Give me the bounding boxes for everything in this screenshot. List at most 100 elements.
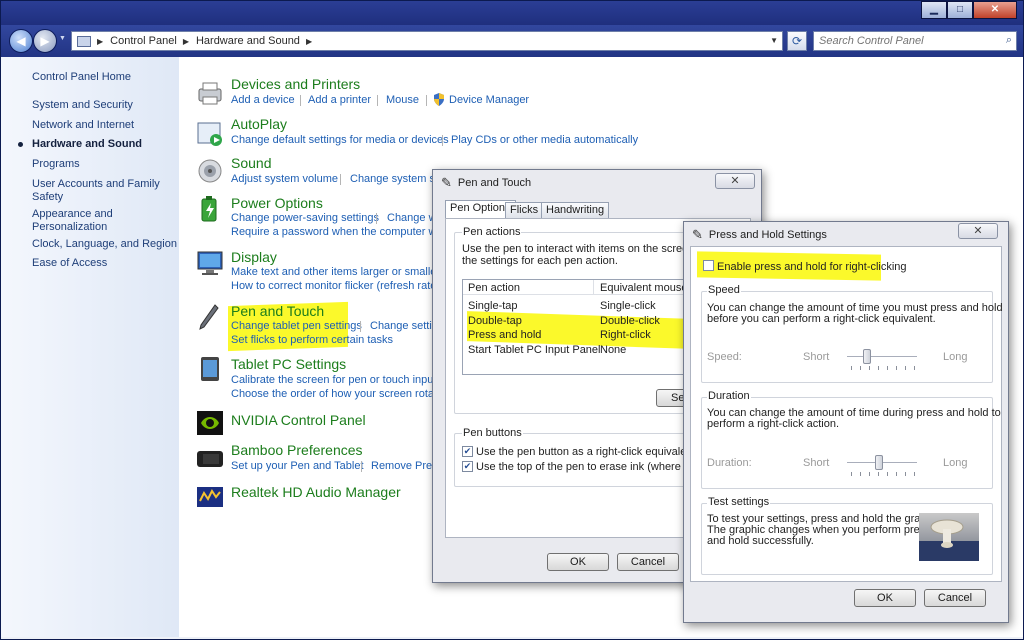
sidebar-item-user-accounts[interactable]: User Accounts and Family Safety [32,178,162,204]
sidebar-item-system-and-security[interactable]: System and Security [32,99,133,112]
bamboo-tablet-icon [197,451,223,467]
table-cell: Single-click [600,300,656,312]
pen-and-touch-heading[interactable]: Pen and Touch [231,303,324,319]
make-text-larger-link[interactable]: Make text and other items larger or smal… [231,266,440,278]
pen-icon: ✎ [692,227,703,242]
link-separator [442,135,443,146]
pen-icon: ✎ [441,175,452,190]
close-button[interactable]: ✕ [973,1,1017,19]
duration-description-2: perform a right-click action. [707,418,840,430]
checkbox-right-click[interactable]: ✔ [462,446,473,457]
tab-flicks[interactable]: Flicks [505,202,544,219]
table-cell: None [600,344,627,356]
sidebar-item-clock-language-region[interactable]: Clock, Language, and Region [32,238,177,251]
screen-rotation-order-link[interactable]: Choose the order of how your screen rota… [231,388,449,400]
link-separator [377,95,378,106]
table-cell: Double-click [600,315,660,327]
duration-label: Duration: [707,457,752,469]
table-row[interactable]: Press and hold [468,329,541,341]
nvidia-control-panel-heading[interactable]: NVIDIA Control Panel [231,412,366,428]
device-manager-link[interactable]: Device Manager [449,94,529,106]
back-arrow-icon[interactable]: ◀ [9,29,33,53]
speed-slider-thumb[interactable] [862,349,871,364]
cancel-button[interactable]: Cancel [924,589,986,607]
tab-handwriting[interactable]: Handwriting [541,202,610,219]
tablet-pc-settings-heading[interactable]: Tablet PC Settings [231,356,346,372]
recent-pages-dropdown-icon[interactable]: ▼ [59,35,66,42]
change-media-defaults-link[interactable]: Change default settings for media or dev… [231,134,449,146]
remove-preferences-link[interactable]: Remove Prefe [371,460,441,472]
test-graphic-mushroom[interactable] [919,513,979,561]
setup-pen-tablet-link[interactable]: Set up your Pen and Tablet [231,460,364,472]
control-panel-icon [77,35,91,47]
calibrate-screen-link[interactable]: Calibrate the screen for pen or touch in… [231,374,436,386]
monitor-flicker-link[interactable]: How to correct monitor flicker (refresh … [231,280,440,292]
enable-press-hold-label: Enable press and hold for right-clicking [717,261,907,273]
pen-icon [199,304,219,330]
refresh-icon[interactable]: ⟳ [787,31,807,51]
add-device-link[interactable]: Add a device [231,94,295,106]
set-flicks-link[interactable]: Set flicks to perform certain tasks [231,334,393,346]
ok-button[interactable]: OK [854,589,916,607]
link-separator [376,213,377,224]
cancel-button[interactable]: Cancel [617,553,679,571]
change-touch-settings-link[interactable]: Change setti [370,320,432,332]
sidebar-item-control-panel-home[interactable]: Control Panel Home [32,71,131,84]
change-power-buttons-link[interactable]: Change w [387,212,437,224]
search-icon[interactable]: ⌕ [1006,34,1012,47]
breadcrumb-control-panel[interactable]: Control Panel [110,35,177,47]
sidebar-item-ease-of-access[interactable]: Ease of Access [32,257,107,270]
pen-actions-description: Use the pen to interact with items on th… [462,243,698,255]
duration-slider-ticks [851,472,917,476]
sidebar-item-hardware-and-sound[interactable]: Hardware and Sound [32,138,142,151]
checkbox-erase-ink[interactable]: ✔ [462,461,473,472]
sidebar-item-programs[interactable]: Programs [32,158,80,171]
column-header-pen-action[interactable]: Pen action [468,282,520,294]
search-input[interactable] [814,32,994,50]
nvidia-icon [197,411,223,435]
adjust-volume-link[interactable]: Adjust system volume [231,173,338,185]
ok-button[interactable]: OK [547,553,609,571]
forward-arrow-icon[interactable]: ▶ [33,29,57,53]
change-tablet-pen-settings-link[interactable]: Change tablet pen settings [231,320,362,332]
realtek-audio-heading[interactable]: Realtek HD Audio Manager [231,484,401,500]
dialog-close-button[interactable]: ✕ [958,223,998,239]
table-row[interactable]: Start Tablet PC Input Panel [468,344,601,356]
sound-heading[interactable]: Sound [231,155,271,171]
require-password-link[interactable]: Require a password when the computer wak… [231,226,454,238]
table-row[interactable]: Double-tap [468,315,522,327]
bamboo-preferences-heading[interactable]: Bamboo Preferences [231,442,363,458]
pen-actions-description-2: the settings for each pen action. [462,255,618,267]
chevron-right-icon[interactable]: ▶ [183,37,189,46]
mouse-link[interactable]: Mouse [386,94,419,106]
change-power-saving-link[interactable]: Change power-saving settings [231,212,379,224]
duration-short-label: Short [803,457,830,469]
change-system-sounds-link[interactable]: Change system so [350,173,441,185]
devices-and-printers-heading[interactable]: Devices and Printers [231,76,360,92]
speed-slider[interactable] [847,356,917,358]
autoplay-heading[interactable]: AutoPlay [231,116,287,132]
dialog-close-button[interactable]: ✕ [715,173,755,189]
chevron-right-icon[interactable]: ▶ [97,37,103,46]
sidebar-item-appearance[interactable]: Appearance and Personalization [32,208,132,234]
test-settings-title: Test settings [707,496,771,508]
sidebar-item-network-and-internet[interactable]: Network and Internet [32,119,134,132]
minimize-button[interactable]: ▁ [921,1,947,19]
power-options-heading[interactable]: Power Options [231,195,323,211]
chevron-right-icon[interactable]: ▶ [306,37,312,46]
add-printer-link[interactable]: Add a printer [308,94,371,106]
display-heading[interactable]: Display [231,249,277,265]
speed-description-2: before you can perform a right-click equ… [707,313,936,325]
maximize-button[interactable]: □ [947,1,973,19]
speed-slider-ticks [851,366,917,370]
autoplay-icon [197,122,222,146]
address-dropdown-icon[interactable]: ▼ [770,36,778,45]
address-bar[interactable]: ▶ Control Panel ▶ Hardware and Sound ▶ ▼ [71,31,783,51]
table-row[interactable]: Single-tap [468,300,518,312]
enable-press-hold-checkbox[interactable] [703,260,714,271]
press-hold-panel: Enable press and hold for right-clicking… [690,246,1003,582]
duration-slider-thumb[interactable] [874,455,883,470]
printer-icon [198,82,222,105]
breadcrumb-hardware-and-sound[interactable]: Hardware and Sound [196,35,300,47]
play-cds-link[interactable]: Play CDs or other media automatically [451,134,638,146]
